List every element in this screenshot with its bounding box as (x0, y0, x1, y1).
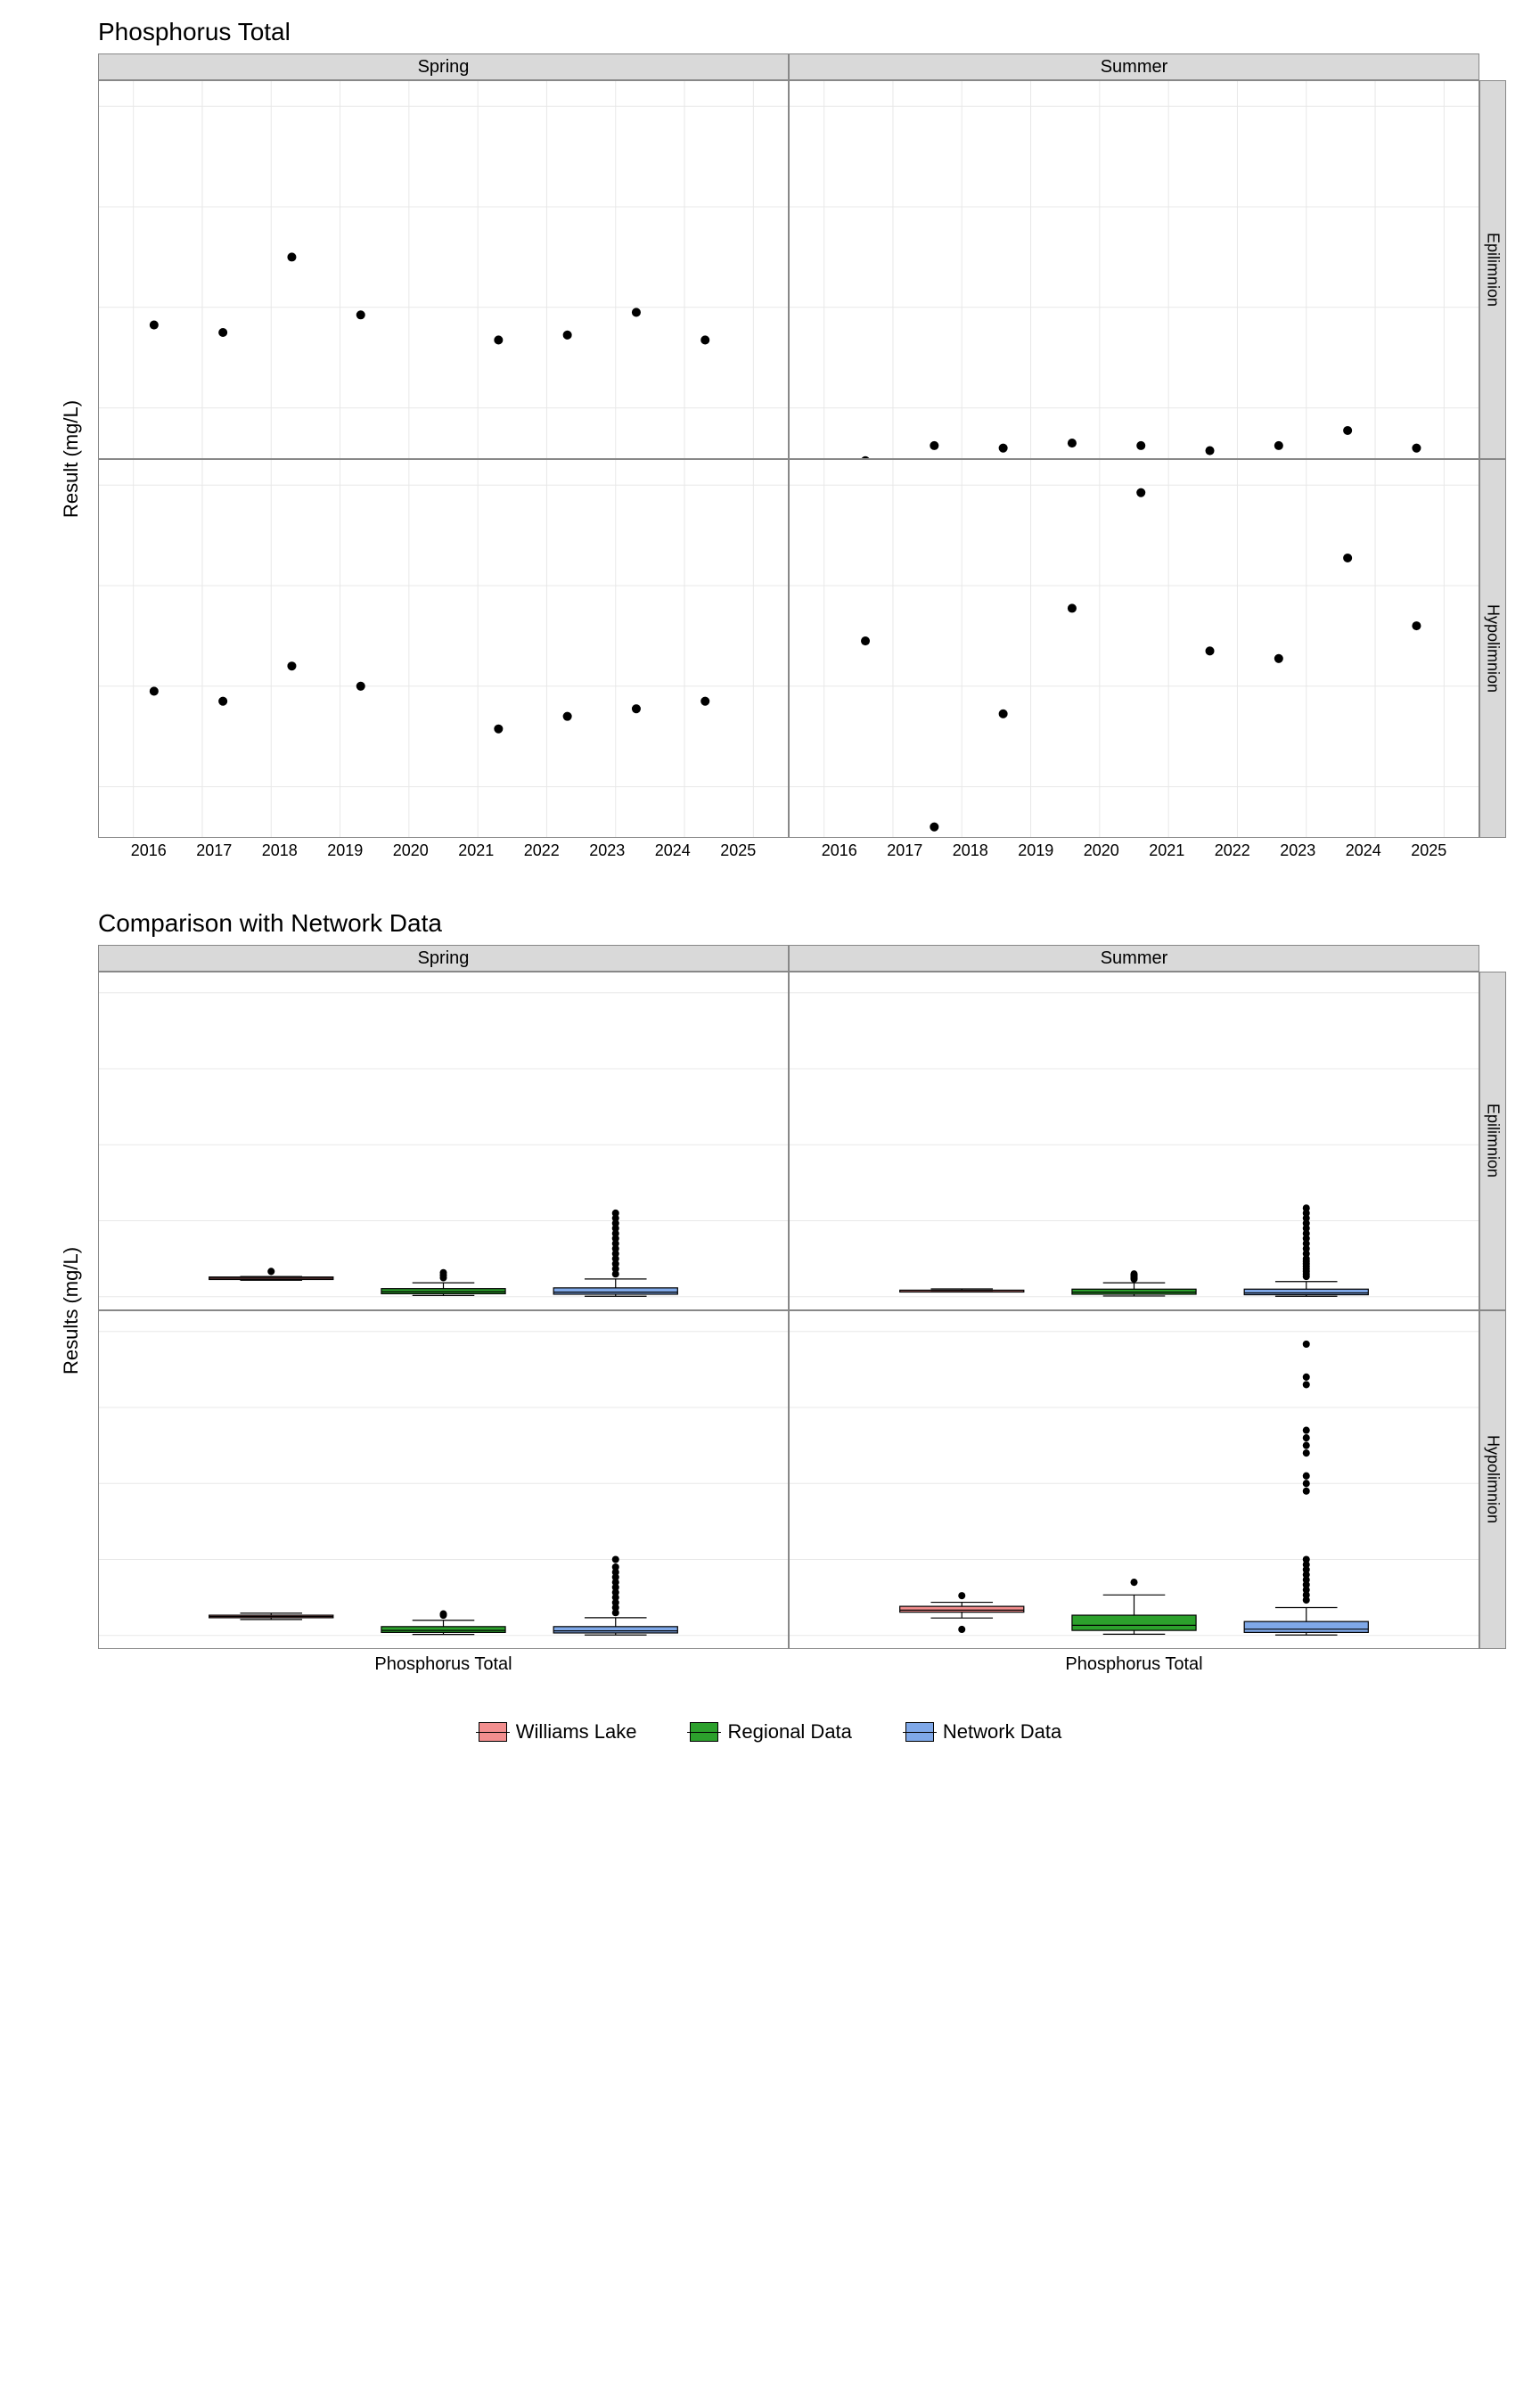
x-tick: 2021 (458, 841, 494, 860)
legend-label: Regional Data (727, 1720, 851, 1744)
x-tick: 2017 (196, 841, 232, 860)
legend-swatch (905, 1722, 934, 1742)
x-ticks-summer: 2016 2017 2018 2019 2020 2021 2022 2023 2024 2025 (789, 838, 1479, 874)
row-strip-hypo: Hypolimnion (1479, 459, 1506, 838)
row-strip-epi: Epilimnion (1479, 80, 1506, 459)
panel-spring-hypo: 0.16 0.12 0.08 0.04 (98, 459, 789, 838)
scatter-facet-chart: Phosphorus Total Spring Summer Result (m… (18, 18, 1522, 874)
x-tick: 2018 (953, 841, 988, 860)
legend-item: Regional Data (690, 1720, 851, 1744)
x-tick: 2018 (262, 841, 298, 860)
panel2-summer-epi (789, 972, 1479, 1310)
x-tick: 2019 (327, 841, 363, 860)
x-tick: 2020 (393, 841, 429, 860)
panel-summer-hypo (789, 459, 1479, 838)
col-strip-spring2: Spring (98, 945, 789, 972)
x-tick: 2016 (822, 841, 857, 860)
col-strip-spring: Spring (98, 53, 789, 80)
x-tick: 2016 (131, 841, 167, 860)
chart1-ylabel: Result (mg/L) (45, 80, 98, 838)
panel2-spring-epi: 1.2 0.9 0.6 0.3 0.0 (98, 972, 789, 1310)
x-cat-spring: Phosphorus Total (98, 1649, 789, 1685)
col-strip-summer2: Summer (789, 945, 1479, 972)
row-strip-hypo2: Hypolimnion (1479, 1310, 1506, 1649)
legend: Williams Lake Regional Data Network Data (18, 1720, 1522, 1744)
chart2-title: Comparison with Network Data (98, 909, 1522, 938)
panel2-spring-hypo: 1.2 0.9 0.6 0.3 0.0 (98, 1310, 789, 1649)
chart1-grid: Spring Summer Result (mg/L) 0.16 0.12 0.… (45, 53, 1506, 874)
x-tick: 2022 (1215, 841, 1250, 860)
legend-label: Network Data (943, 1720, 1061, 1744)
x-tick: 2025 (720, 841, 756, 860)
legend-item: Williams Lake (479, 1720, 637, 1744)
x-tick: 2022 (524, 841, 560, 860)
panel-spring-epi: 0.16 0.12 0.08 0.04 (98, 80, 789, 459)
chart2-ylabel: Results (mg/L) (45, 972, 98, 1649)
panel2-summer-hypo (789, 1310, 1479, 1649)
boxplot-facet-chart: Comparison with Network Data Spring Summ… (18, 909, 1522, 1685)
legend-swatch (690, 1722, 718, 1742)
chart2-grid: Spring Summer Results (mg/L) 1.2 0.9 0.6… (45, 945, 1506, 1685)
x-tick: 2023 (589, 841, 625, 860)
panel-summer-epi (789, 80, 1479, 459)
col-strip-summer: Summer (789, 53, 1479, 80)
x-cat-summer: Phosphorus Total (789, 1649, 1479, 1685)
x-tick: 2023 (1280, 841, 1315, 860)
x-tick: 2024 (655, 841, 691, 860)
row-strip-epi2: Epilimnion (1479, 972, 1506, 1310)
x-tick: 2025 (1411, 841, 1446, 860)
x-tick: 2020 (1084, 841, 1119, 860)
x-tick: 2021 (1149, 841, 1184, 860)
x-tick: 2019 (1018, 841, 1053, 860)
x-tick: 2024 (1346, 841, 1381, 860)
x-ticks-spring: 2016 2017 2018 2019 2020 2021 2022 2023 2024 2025 (98, 838, 789, 874)
legend-item: Network Data (905, 1720, 1061, 1744)
legend-label: Williams Lake (516, 1720, 637, 1744)
chart1-title: Phosphorus Total (98, 18, 1522, 46)
x-tick: 2017 (887, 841, 922, 860)
legend-swatch (479, 1722, 507, 1742)
